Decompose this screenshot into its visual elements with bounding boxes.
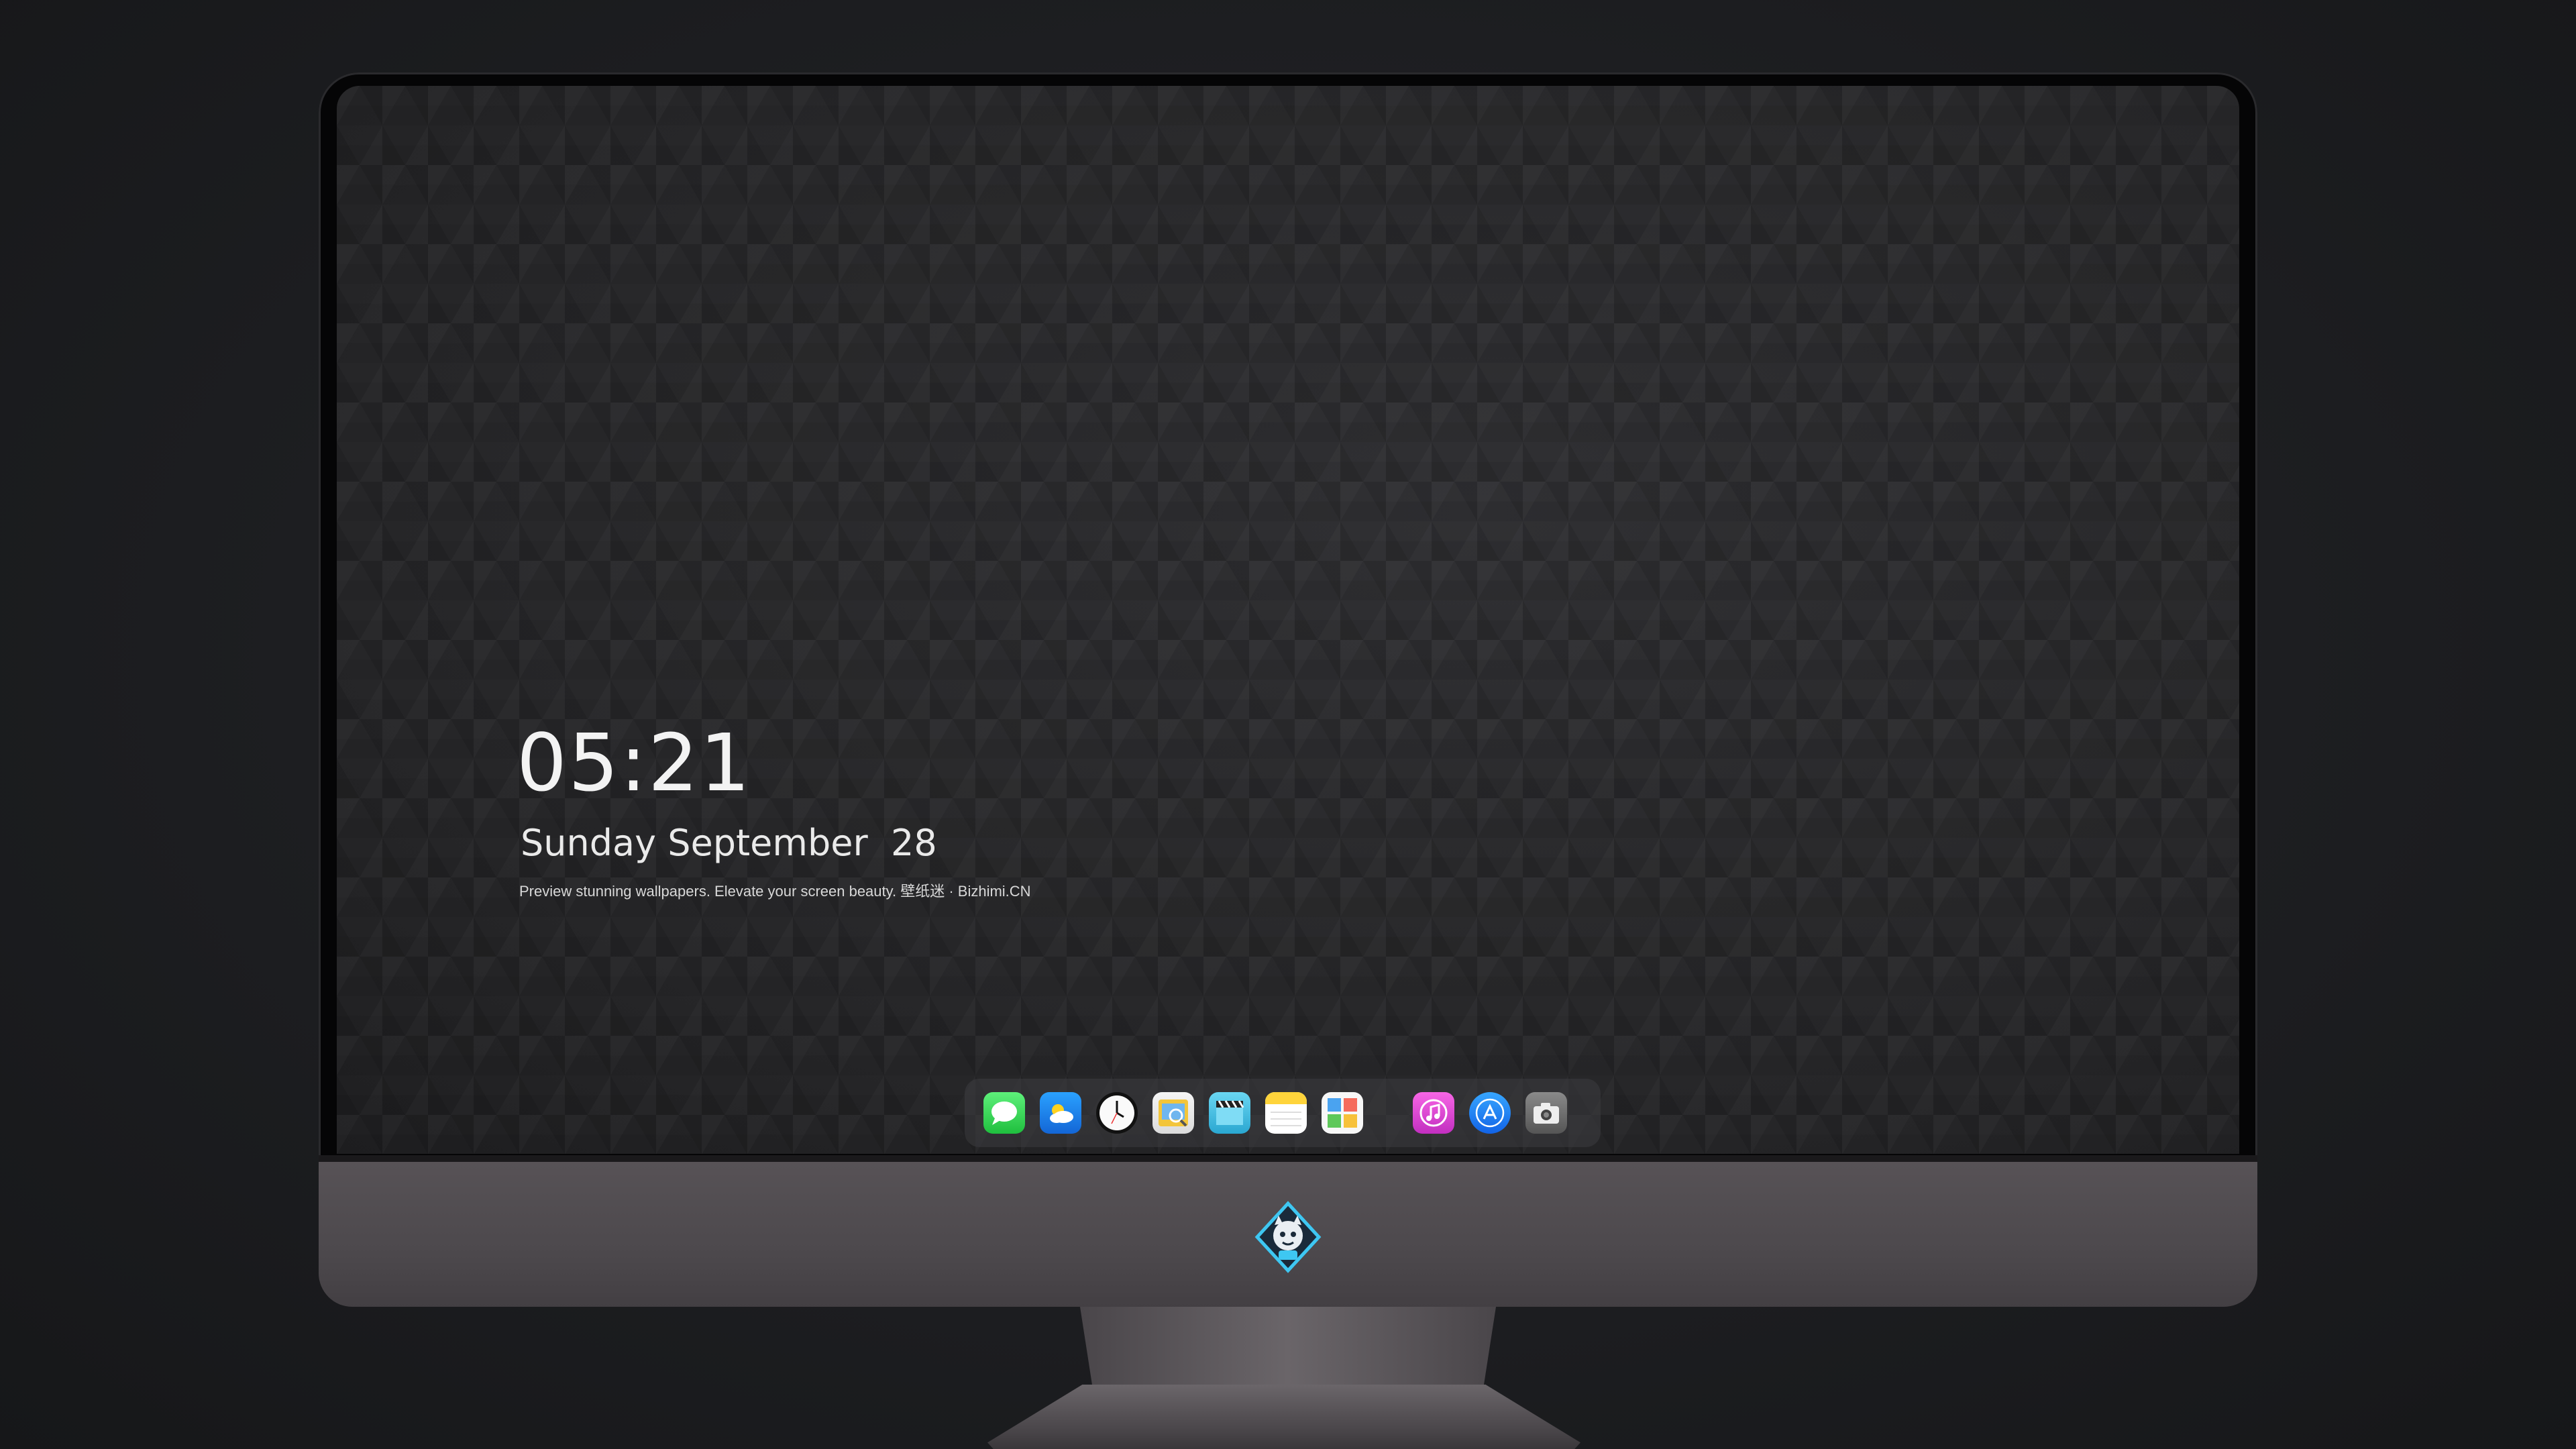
messages-icon[interactable]	[983, 1092, 1025, 1134]
photo-collage-icon[interactable]	[1322, 1092, 1363, 1134]
weather-icon[interactable]	[1040, 1092, 1081, 1134]
screen: 05:21 Sunday September 28 Preview stunni…	[337, 86, 2239, 1154]
video-clapper-icon[interactable]	[1209, 1092, 1250, 1134]
lock-clock: 05:21	[517, 716, 752, 809]
wallpaper-tagline: Preview stunning wallpapers. Elevate you…	[519, 883, 1031, 900]
preview-icon[interactable]	[1152, 1092, 1194, 1134]
desktop-background: 05:21 Sunday September 28 Preview stunni…	[0, 0, 2576, 1449]
clock-icon[interactable]	[1096, 1092, 1138, 1134]
app-store-icon[interactable]	[1469, 1092, 1511, 1134]
dock	[965, 1079, 1601, 1147]
camera-icon[interactable]	[1525, 1092, 1567, 1134]
shield-mascot-logo-icon	[1252, 1201, 1324, 1273]
lock-date: Sunday September 28	[521, 822, 937, 864]
notes-icon[interactable]	[1265, 1092, 1307, 1134]
monitor-stand-base	[987, 1385, 1580, 1449]
monitor-stand-neck	[1080, 1307, 1496, 1387]
music-icon[interactable]	[1413, 1092, 1454, 1134]
